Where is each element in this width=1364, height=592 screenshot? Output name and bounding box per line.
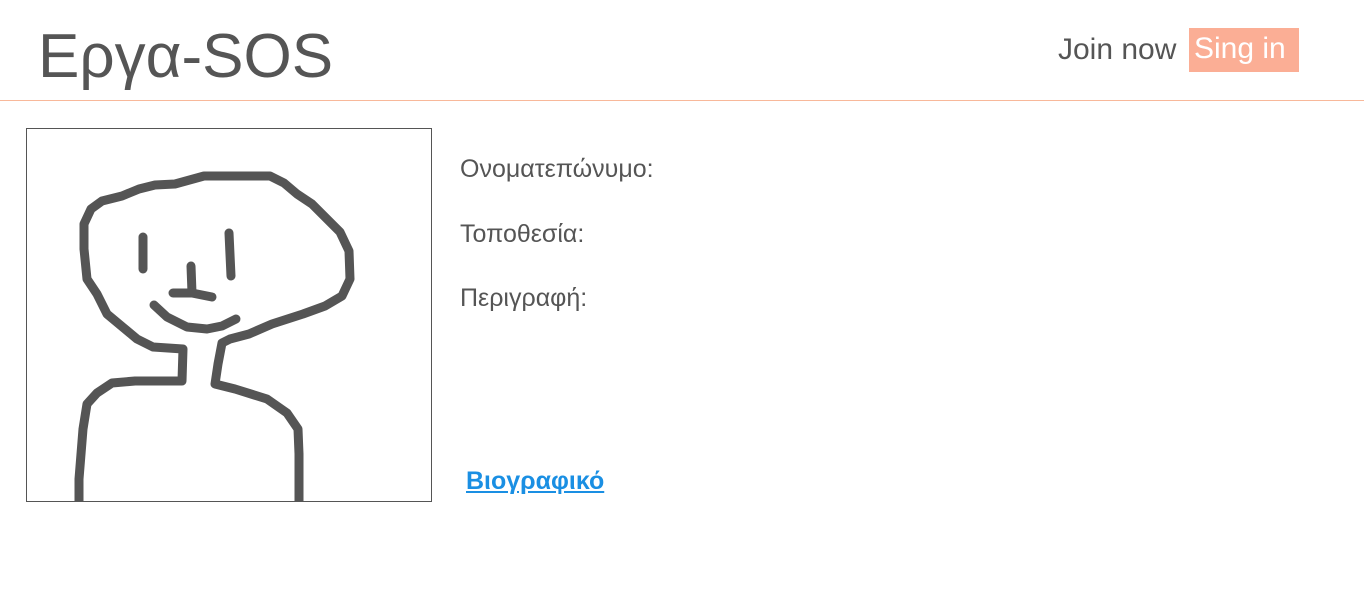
description-label: Περιγραφή:: [460, 284, 588, 312]
join-now-link[interactable]: Join now: [1058, 32, 1176, 68]
cv-link[interactable]: Βιογραφικό: [466, 466, 604, 496]
profile-avatar: [26, 128, 432, 502]
person-sketch-icon: [74, 171, 355, 501]
top-header: Εργα-SOS Join now Sing in: [0, 0, 1364, 101]
site-logo[interactable]: Εργα-SOS: [38, 22, 333, 92]
location-label: Τοποθεσία:: [460, 220, 585, 248]
sign-in-button[interactable]: Sing in: [1189, 28, 1299, 72]
fullname-label: Ονοματεπώνυμο:: [460, 155, 654, 183]
